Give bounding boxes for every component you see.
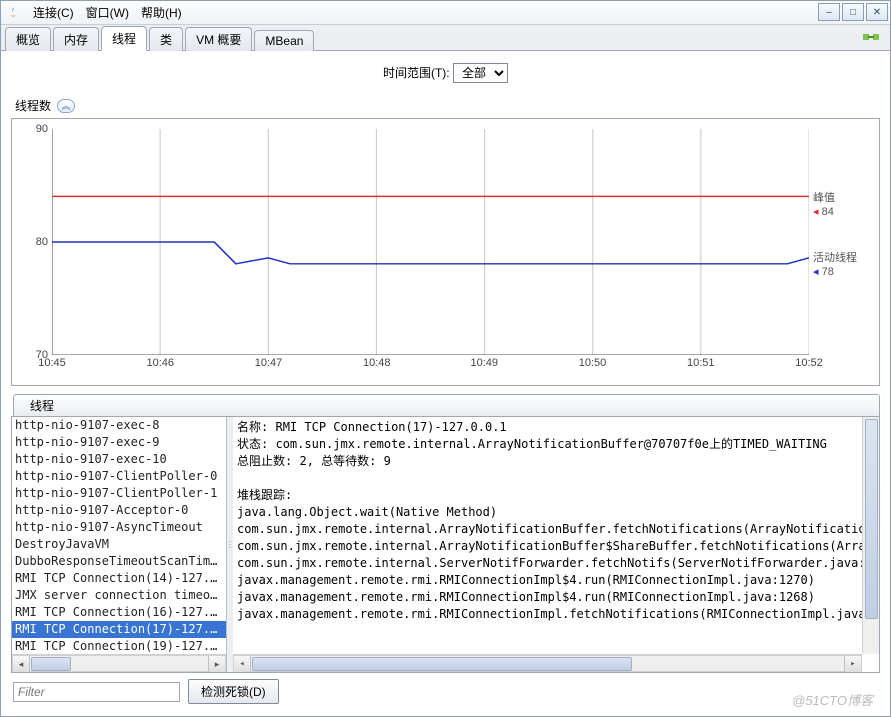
y-axis: 90 80 70 (12, 129, 52, 355)
legend-active-label: 活动线程 (813, 249, 857, 265)
detect-deadlock-button[interactable]: 检测死锁(D) (188, 679, 279, 704)
detail-state-value: com.sun.jmx.remote.internal.ArrayNotific… (275, 437, 826, 451)
stack-line: com.sun.jmx.remote.internal.ArrayNotific… (237, 538, 875, 555)
detail-vscroll[interactable] (862, 417, 879, 654)
thread-item[interactable]: http-nio-9107-Acceptor-0 (12, 502, 226, 519)
filter-input[interactable] (13, 682, 180, 702)
thread-item[interactable]: http-nio-9107-ClientPoller-1 (12, 485, 226, 502)
thread-item[interactable]: DubboResponseTimeoutScanTimer (12, 553, 226, 570)
tab-overview[interactable]: 概览 (5, 27, 51, 51)
main-tabbar: 概览 内存 线程 类 VM 概要 MBean (1, 25, 890, 51)
timerange-label: 时间范围(T): (383, 66, 450, 80)
thread-list-tab[interactable]: 线程 (13, 394, 880, 416)
stack-line: com.sun.jmx.remote.internal.ServerNotifF… (237, 555, 875, 572)
detail-waited-value: 9 (384, 454, 391, 468)
detail-name-value: RMI TCP Connection(17)-127.0.0.1 (275, 420, 506, 434)
y-tick: 90 (36, 123, 48, 135)
thread-chart: 90 80 70 (11, 118, 880, 386)
detail-hscroll[interactable]: ◂▸ (233, 655, 862, 672)
x-axis: 10:45 10:46 10:47 10:48 10:49 10:50 10:5… (52, 357, 809, 377)
minimize-button[interactable]: – (818, 3, 840, 21)
stack-line: java.lang.Object.wait(Native Method) (237, 504, 875, 521)
thread-list: http-nio-9107-exec-8http-nio-9107-exec-9… (12, 417, 227, 672)
x-tick: 10:49 (470, 357, 498, 369)
java-icon (5, 5, 21, 21)
collapse-chart-button[interactable]: ︽ (57, 99, 75, 113)
timerange-row: 时间范围(T): 全部 (11, 57, 880, 93)
x-tick: 10:48 (363, 357, 391, 369)
chart-section-title: 线程数 (15, 97, 51, 114)
y-tick: 80 (36, 236, 48, 248)
thread-item[interactable]: RMI TCP Connection(19)-127.0.0. (12, 638, 226, 654)
detail-waited-label: 总等待数: (321, 454, 376, 468)
stack-line: javax.management.remote.rmi.RMIConnectio… (237, 589, 875, 606)
stack-line: javax.management.remote.rmi.RMIConnectio… (237, 606, 875, 623)
thread-item[interactable]: http-nio-9107-exec-9 (12, 434, 226, 451)
thread-item[interactable]: http-nio-9107-ClientPoller-0 (12, 468, 226, 485)
connection-status-icon (862, 30, 880, 44)
menu-connect[interactable]: 连接(C) (27, 2, 80, 23)
x-tick: 10:51 (687, 357, 715, 369)
thread-detail: 名称: RMI TCP Connection(17)-127.0.0.1 状态:… (233, 417, 879, 672)
detail-name-label: 名称: (237, 420, 268, 434)
thread-item[interactable]: RMI TCP Connection(14)-127.0.0. (12, 570, 226, 587)
thread-list-hscroll[interactable]: ◂▸ (12, 655, 226, 672)
stack-line: javax.management.remote.rmi.RMIConnectio… (237, 572, 875, 589)
menubar: 连接(C) 窗口(W) 帮助(H) – □ ✕ (1, 1, 890, 25)
detail-stack-label: 堆栈跟踪: (237, 487, 875, 504)
legend-peak-label: 峰值 (813, 189, 835, 205)
tab-vm[interactable]: VM 概要 (185, 27, 252, 51)
detail-state-label: 状态: (237, 437, 268, 451)
close-button[interactable]: ✕ (866, 3, 888, 21)
window-controls: – □ ✕ (818, 3, 888, 21)
legend-active-value: 78 (822, 266, 834, 278)
thread-item[interactable]: http-nio-9107-exec-10 (12, 451, 226, 468)
detail-blocked-value: 2, (299, 454, 313, 468)
thread-item[interactable]: JMX server connection timeout 2 (12, 587, 226, 604)
tab-memory[interactable]: 内存 (53, 27, 99, 51)
menu-window[interactable]: 窗口(W) (80, 2, 135, 23)
legend-peak-value: 84 (822, 206, 834, 218)
menu-help[interactable]: 帮助(H) (135, 2, 188, 23)
timerange-select[interactable]: 全部 (453, 63, 508, 83)
x-tick: 10:46 (146, 357, 174, 369)
x-tick: 10:52 (795, 357, 823, 369)
detail-blocked-label: 总阻止数: (237, 454, 292, 468)
stack-line: com.sun.jmx.remote.internal.ArrayNotific… (237, 521, 875, 538)
thread-item[interactable]: RMI TCP Connection(16)-127.0.0. (12, 604, 226, 621)
thread-item[interactable]: http-nio-9107-exec-8 (12, 417, 226, 434)
tab-thread[interactable]: 线程 (101, 26, 147, 51)
thread-item[interactable]: RMI TCP Connection(17)-127.0.0. (12, 621, 226, 638)
x-tick: 10:50 (579, 357, 607, 369)
x-tick: 10:45 (38, 357, 66, 369)
maximize-button[interactable]: □ (842, 3, 864, 21)
tab-classes[interactable]: 类 (149, 27, 183, 51)
thread-item[interactable]: http-nio-9107-AsyncTimeout (12, 519, 226, 536)
chart-legend: 峰值 ◂ 84 活动线程 ◂ 78 (813, 129, 873, 355)
x-tick: 10:47 (255, 357, 283, 369)
tab-mbean[interactable]: MBean (254, 30, 314, 51)
thread-item[interactable]: DestroyJavaVM (12, 536, 226, 553)
